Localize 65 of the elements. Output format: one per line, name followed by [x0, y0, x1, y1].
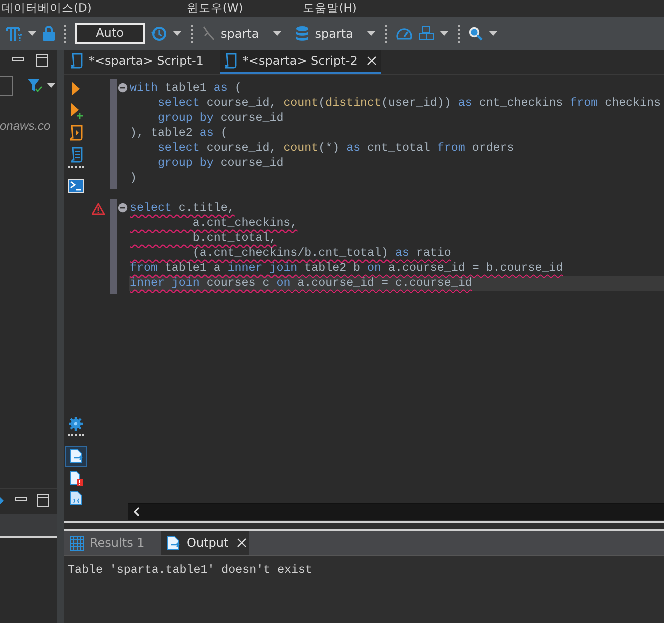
database-icon[interactable]: [296, 26, 310, 42]
editor-tab[interactable]: *<sparta> Script-1: [66, 50, 208, 74]
document-arrow-icon: [70, 449, 82, 464]
horizontal-scrollbar[interactable]: [128, 503, 664, 520]
result-tab[interactable]: Output: [161, 531, 249, 555]
code-line: select c.title,: [129, 201, 236, 216]
filter-icon[interactable]: [28, 79, 42, 93]
panel-tab-strip: [0, 514, 57, 538]
panel-splitter[interactable]: [64, 521, 664, 531]
editor-tab[interactable]: *<sparta> Script-2: [220, 50, 381, 74]
code-line: group by course_id: [156, 156, 285, 171]
code-line: group by course_id: [156, 111, 285, 126]
document-icon[interactable]: [70, 491, 82, 506]
code-line: from table1 a inner join table2 b on a.course_id = b.course_id: [129, 261, 564, 276]
collapse-icon[interactable]: [118, 203, 128, 213]
panel-icon[interactable]: [0, 496, 4, 504]
menu-item[interactable]: 데이터베이스(D): [0, 0, 92, 17]
gauge-icon[interactable]: [396, 26, 414, 41]
close-icon[interactable]: [236, 538, 247, 548]
menu-item[interactable]: 윈도우(W): [184, 0, 244, 17]
code-line: select course_id, count(distinct(user_id)) as cnt_checkins from checkins: [156, 96, 662, 111]
run-icon[interactable]: [71, 82, 81, 96]
run-new-tab-icon[interactable]: [70, 103, 82, 119]
document-arrow-icon: [167, 536, 181, 550]
caret-icon[interactable]: [367, 30, 376, 36]
code-line: with table1 as (: [129, 81, 243, 96]
gear-icon[interactable]: [69, 417, 83, 431]
export-button[interactable]: [65, 446, 87, 467]
maximize-icon[interactable]: [37, 494, 50, 508]
code-line: ): [129, 171, 138, 186]
caret-icon[interactable]: [47, 83, 56, 89]
code-line: select course_id, count(*) as cnt_total from orders: [156, 141, 516, 156]
script-run-icon[interactable]: [69, 125, 83, 141]
caret-icon[interactable]: [489, 30, 498, 36]
lock-icon[interactable]: [43, 26, 55, 41]
document-error-icon[interactable]: [70, 471, 82, 486]
maximize-icon[interactable]: [36, 54, 49, 68]
terminal-icon[interactable]: [68, 179, 84, 193]
code-line: b.cnt_total,: [192, 231, 278, 246]
menu-item[interactable]: 도움말(H): [301, 0, 357, 17]
code-line: ), table2 as (: [129, 126, 229, 141]
boxes-icon[interactable]: [419, 26, 434, 41]
scroll-left-icon[interactable]: [134, 507, 140, 517]
caret-icon[interactable]: [273, 30, 282, 36]
transaction-mode-field[interactable]: Auto: [75, 23, 145, 44]
history-icon[interactable]: [151, 26, 167, 42]
datasource-label[interactable]: sparta: [221, 24, 260, 42]
tree-item[interactable]: onaws.co: [0, 117, 51, 135]
code-line: a.cnt_checkins,: [192, 216, 299, 231]
caret-icon[interactable]: [28, 30, 37, 36]
result-tab[interactable]: Results 1: [64, 531, 159, 555]
code-line: (a.cnt_checkins/b.cnt_total) as ratio: [192, 246, 452, 261]
database-label[interactable]: sparta: [315, 24, 354, 42]
script-icon: [70, 53, 83, 69]
grid-icon: [70, 536, 84, 550]
script-icon: [224, 53, 237, 69]
script-list-icon[interactable]: [70, 147, 82, 163]
collapse-icon[interactable]: [118, 83, 128, 93]
filter-field[interactable]: [0, 76, 13, 96]
close-icon[interactable]: [366, 56, 377, 66]
caret-icon[interactable]: [173, 30, 182, 36]
search-icon[interactable]: [469, 26, 484, 40]
caret-icon[interactable]: [440, 30, 450, 36]
text-format-icon[interactable]: [6, 26, 22, 42]
output-text: Table 'sparta.table1' doesn't exist: [68, 564, 312, 577]
